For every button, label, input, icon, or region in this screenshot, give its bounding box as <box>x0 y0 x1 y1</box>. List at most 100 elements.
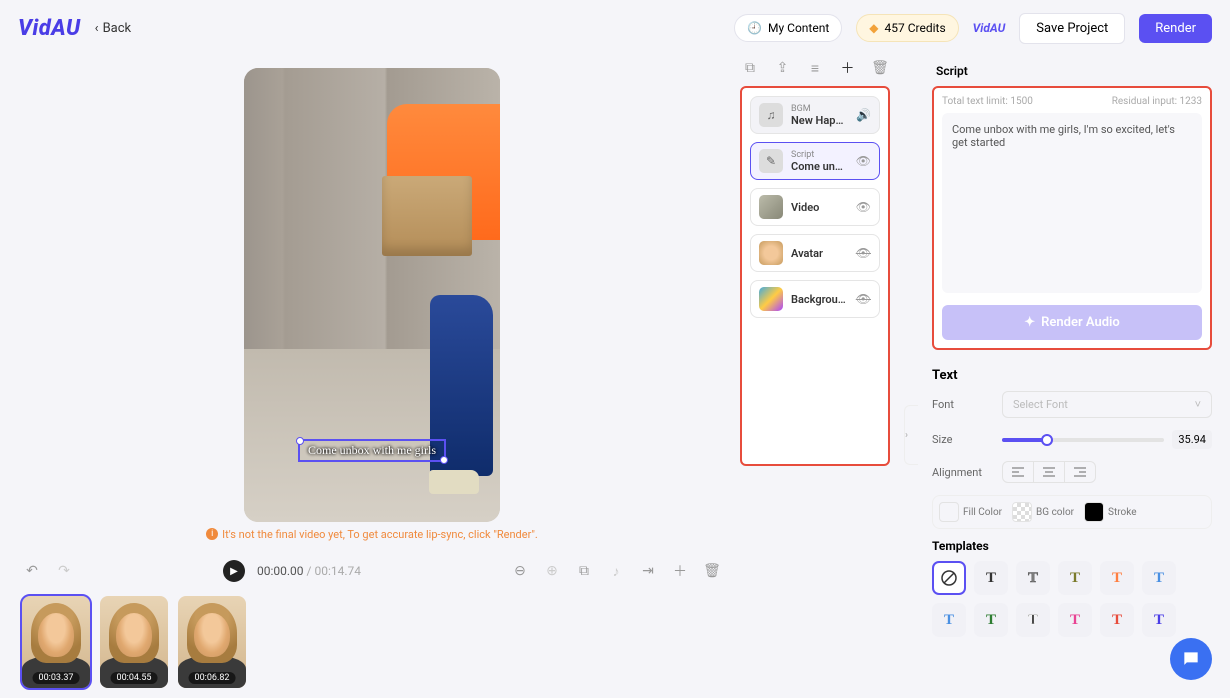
add-icon[interactable]: ＋ <box>670 561 690 581</box>
template-item[interactable]: T <box>932 603 966 637</box>
layer-title: Come unbox ... <box>791 160 848 173</box>
bg-color-button[interactable]: BG color <box>1012 502 1074 522</box>
script-icon: ✎ <box>759 149 783 173</box>
bg-thumb <box>759 287 783 311</box>
layer-title: Background <box>791 293 848 306</box>
stroke-color-button[interactable]: Stroke <box>1084 502 1136 522</box>
clip-timestamp: 00:06.82 <box>189 672 236 684</box>
zoom-in-icon[interactable]: ⊕ <box>542 561 562 581</box>
chevron-down-icon: ˅ <box>1195 398 1201 411</box>
layer-video[interactable]: Video 👁 <box>750 188 880 226</box>
layer-title: New Happiness <box>791 114 848 127</box>
template-item[interactable]: T <box>1100 603 1134 637</box>
undo-icon[interactable]: ↶ <box>22 561 42 581</box>
render-hint: i It's not the final video yet, To get a… <box>206 528 538 541</box>
chevron-left-icon: ‹ <box>95 21 99 36</box>
caption-overlay[interactable]: Come unbox with me girls <box>298 439 446 462</box>
layer-title: Video <box>791 201 848 214</box>
render-audio-button[interactable]: ✦ Render Audio <box>942 305 1202 340</box>
delete-icon[interactable]: 🗑 <box>702 561 722 581</box>
stroke-swatch <box>1084 502 1104 522</box>
split-icon[interactable]: ⇥ <box>638 561 658 581</box>
template-none[interactable] <box>932 561 966 595</box>
template-item[interactable]: T <box>1016 603 1050 637</box>
template-item[interactable]: T <box>1142 603 1176 637</box>
save-project-button[interactable]: Save Project <box>1019 13 1125 44</box>
stroke-label: Stroke <box>1108 507 1136 518</box>
upload-icon[interactable]: ⇪ <box>773 58 793 78</box>
size-slider[interactable] <box>1002 438 1164 442</box>
layers-panel: ♫ BGM New Happiness 🔊 ✎ Script Come unbo… <box>740 86 890 466</box>
layer-bgm[interactable]: ♫ BGM New Happiness 🔊 <box>750 96 880 134</box>
fill-color-button[interactable]: Fill Color <box>939 502 1002 522</box>
align-right-button[interactable] <box>1065 462 1095 482</box>
zoom-out-icon[interactable]: ⊖ <box>510 561 530 581</box>
templates-heading: Templates <box>932 539 1212 553</box>
my-content-label: My Content <box>768 21 829 35</box>
credits-pill[interactable]: ◆ 457 Credits <box>856 14 958 42</box>
trash-icon[interactable]: 🗑 <box>870 58 890 78</box>
video-preview[interactable]: Come unbox with me girls <box>244 68 500 522</box>
clip-thumbnail[interactable]: 00:04.55 <box>100 596 168 688</box>
template-item[interactable]: T <box>1058 561 1092 595</box>
back-button[interactable]: ‹ Back <box>95 21 131 36</box>
template-item[interactable]: T <box>1100 561 1134 595</box>
template-item[interactable]: T <box>1058 603 1092 637</box>
align-center-button[interactable] <box>1034 462 1065 482</box>
size-value: 35.94 <box>1172 430 1212 449</box>
eye-off-icon[interactable]: 👁 <box>856 246 871 260</box>
size-label: Size <box>932 433 992 446</box>
brand-small: VidAU <box>973 21 1006 35</box>
templates-grid: T T T T T T T T T T T <box>932 561 1212 637</box>
alignment-label: Alignment <box>932 466 992 479</box>
logo: VidAU <box>18 16 81 41</box>
template-item[interactable]: T <box>1016 561 1050 595</box>
diamond-icon: ◆ <box>869 21 878 35</box>
font-select[interactable]: Select Font ˅ <box>1002 391 1212 418</box>
layer-script[interactable]: ✎ Script Come unbox ... 👁 <box>750 142 880 180</box>
script-heading: Script <box>932 56 1212 86</box>
sparkle-icon: ✦ <box>1024 315 1035 330</box>
render-audio-label: Render Audio <box>1041 315 1120 330</box>
eye-icon[interactable]: 👁 <box>856 200 871 214</box>
script-input[interactable]: Come unbox with me girls, I'm so excited… <box>942 113 1202 293</box>
music-icon: ♫ <box>759 103 783 127</box>
clip-thumbnail[interactable]: 00:03.37 <box>22 596 90 688</box>
chat-icon <box>1181 649 1201 669</box>
add-layer-icon[interactable]: ＋ <box>838 58 858 78</box>
clip-thumbnail[interactable]: 00:06.82 <box>178 596 246 688</box>
render-hint-text: It's not the final video yet, To get acc… <box>222 528 538 541</box>
time-display: 00:00.00 / 00:14.74 <box>257 564 361 578</box>
eye-off-icon[interactable]: 👁 <box>856 292 871 306</box>
redo-icon[interactable]: ↷ <box>54 561 74 581</box>
render-button[interactable]: Render <box>1139 14 1212 43</box>
layer-label: Script <box>791 150 848 160</box>
font-placeholder: Select Font <box>1013 398 1068 411</box>
sound-icon[interactable]: ♪ <box>606 561 626 581</box>
eye-icon[interactable]: 👁 <box>856 154 871 168</box>
my-content-button[interactable]: 🕘 My Content <box>734 14 842 42</box>
collapse-handle[interactable]: › <box>904 405 918 465</box>
fit-icon[interactable]: ⧉ <box>574 561 594 581</box>
residual-input: Residual input: 1233 <box>1112 96 1202 107</box>
clock-icon: 🕘 <box>747 21 762 35</box>
bg-swatch <box>1012 502 1032 522</box>
volume-icon[interactable]: 🔊 <box>856 108 871 122</box>
align-left-button[interactable] <box>1003 462 1034 482</box>
avatar-thumb <box>759 241 783 265</box>
bg-label: BG color <box>1036 507 1074 518</box>
back-label: Back <box>103 21 132 36</box>
chat-fab[interactable] <box>1170 638 1212 680</box>
filter-icon[interactable]: ≡ <box>805 58 825 78</box>
template-item[interactable]: T <box>1142 561 1176 595</box>
layer-background[interactable]: Background 👁 <box>750 280 880 318</box>
template-item[interactable]: T <box>974 561 1008 595</box>
fill-swatch <box>939 502 959 522</box>
play-button[interactable]: ▶ <box>223 560 245 582</box>
font-label: Font <box>932 398 992 411</box>
layer-avatar[interactable]: Avatar 👁 <box>750 234 880 272</box>
clip-timestamp: 00:04.55 <box>111 672 158 684</box>
layer-title: Avatar <box>791 247 848 260</box>
template-item[interactable]: T <box>974 603 1008 637</box>
copy-icon[interactable]: ⧉ <box>740 58 760 78</box>
